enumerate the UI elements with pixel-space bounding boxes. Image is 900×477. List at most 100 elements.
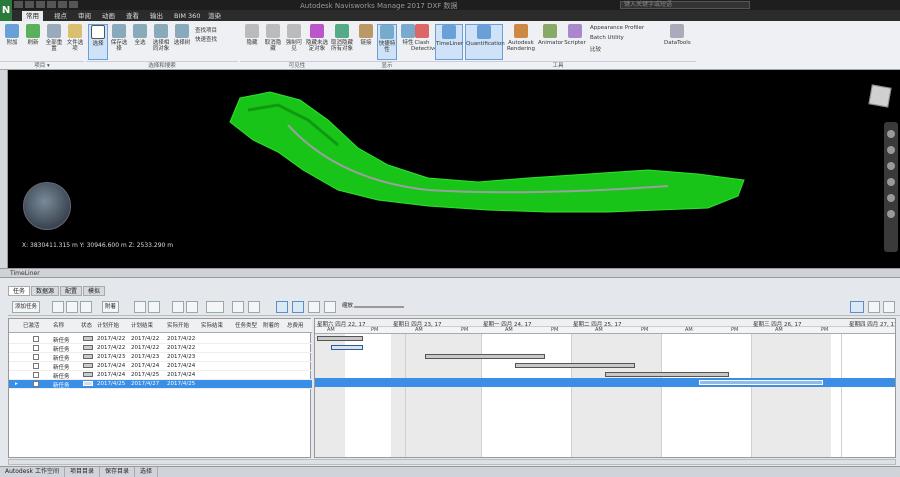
appearance-profiler-button[interactable]: Appearance Profiler — [590, 25, 644, 31]
zoom-icon[interactable] — [887, 162, 895, 170]
select-all-button[interactable]: 全选 — [130, 24, 150, 60]
navigation-bar[interactable] — [884, 122, 898, 252]
add-task-button[interactable]: 添加任务 — [12, 301, 41, 313]
unhide-all-button[interactable]: 取消隐藏所有对象 — [330, 24, 354, 60]
animator-button[interactable]: Animator — [538, 24, 563, 60]
col-name[interactable]: 名称 — [53, 321, 64, 329]
task-row[interactable]: 新任务 2017/4/22 2017/4/22 2017/4/22 — [9, 335, 312, 344]
view-planned-icon[interactable] — [292, 301, 304, 313]
active-checkbox[interactable] — [33, 354, 39, 360]
filter-icon[interactable] — [172, 301, 184, 313]
col-active[interactable]: 已激活 — [23, 321, 40, 329]
append-button[interactable]: 附加 — [2, 24, 22, 60]
tab-viewpoint[interactable]: 视点 — [50, 11, 71, 21]
task-bar[interactable] — [331, 345, 363, 350]
reset-all-button[interactable]: 全部重置 — [44, 24, 64, 60]
links-button[interactable]: 链接 — [356, 24, 376, 60]
tab-render[interactable]: 渲染 — [204, 11, 225, 21]
filter-tasks-icon[interactable] — [850, 301, 864, 313]
datatools-button[interactable]: DataTools — [664, 24, 691, 60]
select-button[interactable]: 选择 — [88, 24, 108, 60]
indent-icon[interactable] — [80, 301, 92, 313]
task-row[interactable]: 新任务 2017/4/23 2017/4/23 2017/4/23 — [9, 353, 312, 362]
tab-data-sources[interactable]: 数据源 — [31, 286, 60, 296]
insert-task-icon[interactable] — [52, 301, 64, 313]
timeliner-button[interactable]: TimeLiner — [435, 24, 463, 60]
auto-attach-icon[interactable] — [134, 301, 146, 313]
viewcube[interactable] — [868, 84, 892, 108]
active-checkbox[interactable] — [33, 363, 39, 369]
zoom-slider[interactable] — [354, 306, 404, 308]
walk-icon[interactable] — [887, 210, 895, 218]
col-attached[interactable]: 附着的 — [263, 321, 280, 329]
tab-review[interactable]: 审阅 — [74, 11, 95, 21]
view-actual-icon[interactable] — [308, 301, 320, 313]
select-same-button[interactable]: 选择相同对象 — [151, 24, 171, 60]
require-button[interactable]: 强制可见 — [284, 24, 304, 60]
active-checkbox[interactable] — [33, 372, 39, 378]
hide-button[interactable]: 隐藏 — [242, 24, 262, 60]
workspace-tab[interactable]: Autodesk 工作空间 — [0, 467, 65, 477]
new-icon[interactable] — [14, 1, 23, 8]
print-icon[interactable] — [47, 1, 56, 8]
col-status[interactable]: 状态 — [81, 321, 92, 329]
task-bar[interactable] — [605, 372, 729, 377]
gantt-chart[interactable]: 星期六 四月 22, 17 星期日 四月 23, 17 星期一 四月 24, 1… — [314, 318, 896, 458]
col-actual-start[interactable]: 实际开始 — [167, 321, 189, 329]
tab-animation[interactable]: 动画 — [98, 11, 119, 21]
unhide-button[interactable]: 取消隐藏 — [263, 24, 283, 60]
help-search-input[interactable]: 键入关键字或短语 — [620, 1, 750, 9]
quick-access-toolbar[interactable] — [14, 1, 134, 9]
app-logo[interactable]: N — [0, 0, 12, 22]
selection-tree-button[interactable]: 选择树 — [172, 24, 192, 60]
task-row-selected[interactable]: ▸ 新任务 2017/4/25 2017/4/27 2017/4/25 — [9, 380, 312, 389]
task-row[interactable]: 新任务 2017/4/24 2017/4/24 2017/4/24 — [9, 362, 312, 371]
horizontal-scrollbar[interactable] — [8, 459, 896, 465]
columns-icon[interactable] — [206, 301, 224, 313]
tab-output[interactable]: 输出 — [146, 11, 167, 21]
tab-bim360[interactable]: BIM 360 — [170, 11, 204, 21]
delete-task-icon[interactable] — [66, 301, 78, 313]
tab-home[interactable]: 常用 — [22, 11, 43, 21]
export-schedule-icon[interactable] — [883, 301, 895, 313]
active-checkbox[interactable] — [33, 381, 39, 387]
open-icon[interactable] — [25, 1, 34, 8]
pan-icon[interactable] — [887, 146, 895, 154]
tab-view[interactable]: 查看 — [122, 11, 143, 21]
look-icon[interactable] — [887, 194, 895, 202]
project-directory-tab[interactable]: 项目目录 — [65, 467, 100, 477]
col-total-cost[interactable]: 总费用 — [287, 321, 304, 329]
comment-icon[interactable] — [232, 301, 244, 313]
task-bar-selected[interactable] — [699, 380, 823, 385]
active-checkbox[interactable] — [33, 345, 39, 351]
col-planned-end[interactable]: 计划结束 — [131, 321, 153, 329]
export-icon[interactable] — [186, 301, 198, 313]
save-selection-button[interactable]: 保存选择 — [109, 24, 129, 60]
side-panel-strip[interactable] — [0, 70, 8, 268]
task-bar[interactable] — [317, 336, 363, 341]
refresh-button[interactable]: 刷新 — [23, 24, 43, 60]
active-checkbox[interactable] — [33, 336, 39, 342]
quick-find-input[interactable]: 快速查找 — [195, 35, 217, 43]
view-gantt-icon[interactable] — [276, 301, 288, 313]
col-actual-end[interactable]: 实际结束 — [201, 321, 223, 329]
panel-title-bar[interactable]: TimeLiner — [0, 268, 900, 278]
view-planned-actual-icon[interactable] — [324, 301, 336, 313]
tab-simulate[interactable]: 模拟 — [83, 286, 106, 296]
saved-viewpoints-tab[interactable]: 保存目录 — [100, 467, 135, 477]
import-icon[interactable] — [868, 301, 880, 313]
selection-tab[interactable]: 选择 — [135, 467, 158, 477]
tab-tasks[interactable]: 任务 — [8, 286, 31, 296]
redo-icon[interactable] — [69, 1, 78, 8]
settings-icon[interactable] — [248, 301, 260, 313]
quantification-button[interactable]: Quantification — [465, 24, 505, 60]
tab-configure[interactable]: 配置 — [60, 286, 83, 296]
hide-unselected-button[interactable]: 隐藏未选定对象 — [305, 24, 329, 60]
scripter-button[interactable]: Scripter — [564, 24, 586, 60]
attach-button[interactable]: 附着 — [102, 301, 120, 313]
task-bar[interactable] — [515, 363, 635, 368]
navigation-wheel[interactable] — [23, 182, 71, 230]
file-options-button[interactable]: 文件选项 — [65, 24, 85, 60]
steering-wheel-icon[interactable] — [887, 130, 895, 138]
scene-viewport[interactable]: X: 3830411.315 m Y: 30946.600 m Z: 2533.… — [8, 70, 900, 268]
